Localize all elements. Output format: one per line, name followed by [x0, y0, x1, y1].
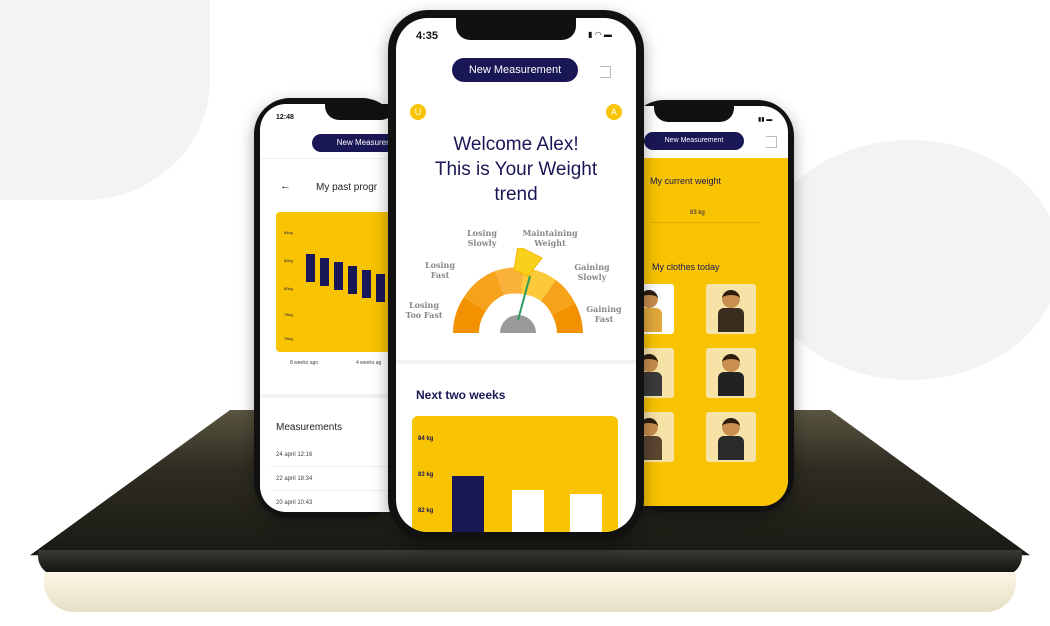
x-label: 8 weeks ago — [290, 360, 319, 366]
chart-bar — [320, 258, 329, 286]
center-phone: 4:35 ▮ ◠ ▬ New Measurement U A Welcome A… — [388, 10, 644, 540]
weight-value: 83 kg — [690, 210, 705, 216]
measurement-row[interactable]: 24 april 12:16 — [276, 452, 312, 458]
measurement-row[interactable]: 22 april 18:34 — [276, 476, 312, 482]
avatar-option[interactable] — [706, 348, 756, 398]
chart-bar — [362, 270, 371, 298]
weight-trend-gauge — [453, 248, 583, 333]
chart-bar — [334, 262, 343, 290]
forecast-bar — [452, 476, 484, 532]
logout-icon[interactable] — [766, 136, 777, 148]
welcome-heading: Welcome Alex! This is Your Weight trend — [434, 134, 598, 205]
new-measurement-button[interactable]: New Measurement — [452, 58, 578, 82]
gauge-label-losing-slowly: Losing Slowly — [467, 228, 497, 248]
chart-bar — [306, 254, 315, 282]
measurements-title: Measurements — [276, 422, 343, 433]
logout-icon[interactable] — [600, 66, 611, 78]
measurement-row[interactable]: 20 april 10:43 — [276, 500, 312, 506]
avatar-option[interactable] — [706, 284, 756, 334]
status-time: 4:35 — [416, 30, 439, 42]
y-tick: 80kg — [284, 286, 293, 291]
background-shape — [760, 140, 1050, 380]
chart-bar — [376, 274, 385, 302]
y-tick: 76kg — [284, 336, 293, 341]
status-time: 12:48 — [276, 114, 294, 121]
status-icons: ▮▮ ▬ — [758, 117, 773, 123]
gauge-label-gaining-slowly: Gaining Slowly — [574, 262, 610, 282]
user-badge[interactable]: U — [410, 104, 426, 120]
background-shape — [0, 0, 210, 200]
left-phone: 12:48 New Measureme ← My past progr 84kg… — [254, 98, 398, 518]
status-icons: ▮ ◠ ▬ — [588, 30, 612, 39]
right-phone: ▮▮ ▬ New Measurement My current weight 8… — [628, 100, 794, 512]
account-badge[interactable]: A — [606, 104, 622, 120]
page-title: My past progr — [316, 182, 378, 193]
chart-bar — [348, 266, 357, 294]
gauge-label-losing-too-fast: Losing Too Fast — [405, 300, 443, 320]
y-tick: 82kg — [284, 258, 293, 263]
new-measurement-button[interactable]: New Measureme — [312, 134, 396, 152]
gauge-label-gaining-fast: Gaining Fast — [586, 304, 622, 324]
gauge-label-losing-fast: Losing Fast — [425, 260, 455, 280]
x-label: 4 weeks ag — [356, 360, 382, 366]
forecast-bar — [512, 490, 544, 532]
clothes-title: My clothes today — [652, 262, 720, 272]
new-measurement-button[interactable]: New Measurement — [644, 132, 744, 150]
back-arrow-icon[interactable]: ← — [280, 180, 291, 192]
y-tick: 83 kg — [418, 472, 434, 478]
y-tick: 82 kg — [418, 508, 434, 514]
y-tick: 84 kg — [418, 436, 434, 442]
next-weeks-title: Next two weeks — [416, 388, 506, 402]
current-weight-title: My current weight — [650, 176, 722, 186]
y-tick: 78kg — [284, 312, 293, 317]
avatar-option[interactable] — [706, 412, 756, 462]
gauge-label-maintaining-weight: Maintaining Weight — [522, 228, 578, 248]
forecast-chart: 84 kg 83 kg 82 kg — [412, 416, 618, 532]
past-progress-chart: 84kg 82kg 80kg 78kg 76kg — [276, 212, 396, 352]
forecast-bar — [570, 494, 602, 532]
y-tick: 84kg — [284, 230, 293, 235]
